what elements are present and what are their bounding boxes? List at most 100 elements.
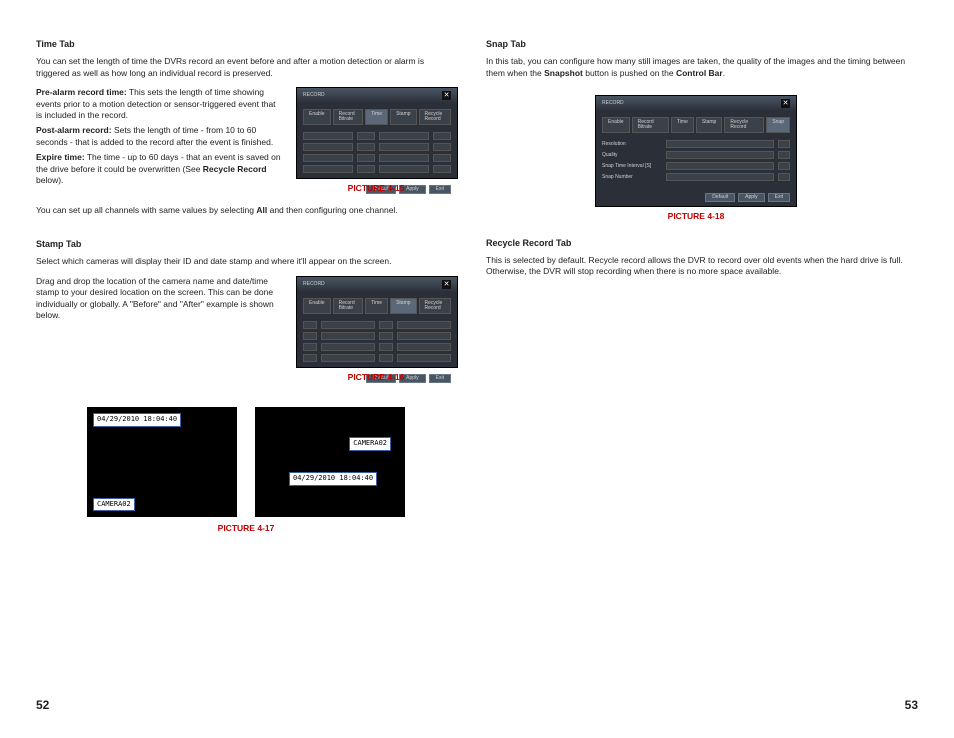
post-alarm-label: Post-alarm record: xyxy=(36,125,112,135)
dvr-cell xyxy=(379,354,393,362)
dvr-cell xyxy=(321,332,375,340)
tab-enable[interactable]: Enable xyxy=(303,109,331,125)
dvr-cell xyxy=(379,332,393,340)
tab-bitrate[interactable]: Record Bitrate xyxy=(333,298,364,314)
dvr-cell xyxy=(379,165,429,173)
tab-recycle[interactable]: Recycle Record xyxy=(724,117,764,133)
dvr-cell xyxy=(433,154,451,162)
all-channels-note: You can set up all channels with same va… xyxy=(36,205,456,216)
stamp-tab-heading: Stamp Tab xyxy=(36,238,456,250)
dvr-cell xyxy=(397,343,451,351)
stamp-tab-intro: Select which cameras will display their … xyxy=(36,256,456,267)
tab-time[interactable]: Time xyxy=(671,117,694,133)
close-icon[interactable]: ✕ xyxy=(442,280,451,289)
expire-text-bold: Recycle Record xyxy=(203,164,267,174)
tab-stamp[interactable]: Stamp xyxy=(390,109,416,125)
page-left: Time Tab You can set the length of time … xyxy=(36,38,456,738)
dvr-cell xyxy=(778,173,790,181)
close-icon[interactable]: ✕ xyxy=(781,99,790,108)
dvr-cell xyxy=(379,143,429,151)
exit-button[interactable]: Exit xyxy=(429,185,451,194)
dvr-window-snap: RECORD ✕ Enable Record Bitrate Time Stam… xyxy=(595,95,797,207)
dvr-titlebar: RECORD ✕ xyxy=(297,88,457,103)
tab-bitrate[interactable]: Record Bitrate xyxy=(333,109,364,125)
dvr-body: Enable Record Bitrate Time Stamp Recycle… xyxy=(596,111,796,208)
osd-camera[interactable]: CAMERA02 xyxy=(349,437,391,450)
dvr-cell xyxy=(357,154,375,162)
dvr-cell xyxy=(303,343,317,351)
exit-button[interactable]: Exit xyxy=(429,374,451,383)
table-row xyxy=(303,343,451,351)
caption-4-18: PICTURE 4-18 xyxy=(668,211,725,222)
tab-enable[interactable]: Enable xyxy=(303,298,331,314)
dvr-titlebar: RECORD ✕ xyxy=(297,277,457,292)
dvr-title-text: RECORD xyxy=(602,101,624,106)
close-icon[interactable]: ✕ xyxy=(442,91,451,100)
table-row: Resolution xyxy=(602,140,790,148)
osd-timestamp[interactable]: 04/29/2010 18:04:40 xyxy=(289,472,377,485)
caption-4-17: PICTURE 4-17 xyxy=(36,523,456,534)
tab-recycle[interactable]: Recycle Record xyxy=(419,109,451,125)
dvr-cell xyxy=(321,321,375,329)
pre-alarm-label: Pre-alarm record time: xyxy=(36,87,127,97)
dvr-cell xyxy=(379,321,393,329)
dvr-cell xyxy=(666,140,774,148)
tab-recycle[interactable]: Recycle Record xyxy=(419,298,451,314)
table-row xyxy=(303,332,451,340)
snap-intro-c: . xyxy=(723,68,725,78)
exit-button[interactable]: Exit xyxy=(768,193,790,202)
all-note-b: and then configuring one channel. xyxy=(267,205,397,215)
dvr-cell xyxy=(321,343,375,351)
page-spread: Time Tab You can set the length of time … xyxy=(0,0,954,738)
time-tab-intro: You can set the length of time the DVRs … xyxy=(36,56,456,79)
osd-camera[interactable]: CAMERA02 xyxy=(93,498,135,511)
recycle-tab-heading: Recycle Record Tab xyxy=(486,237,906,249)
tab-bitrate[interactable]: Record Bitrate xyxy=(632,117,669,133)
figure-4-17: 04/29/2010 18:04:40 CAMERA02 CAMERA02 04… xyxy=(36,407,456,517)
dvr-window-stamp: RECORD ✕ Enable Record Bitrate Time Stam… xyxy=(296,276,458,368)
dvr-cell xyxy=(357,132,375,140)
dvr-cell xyxy=(433,132,451,140)
tab-enable[interactable]: Enable xyxy=(602,117,630,133)
tab-time[interactable]: Time xyxy=(365,298,388,314)
tab-time[interactable]: Time xyxy=(365,109,388,125)
table-row: Quality xyxy=(602,151,790,159)
snap-tab-heading: Snap Tab xyxy=(486,38,906,50)
tab-stamp[interactable]: Stamp xyxy=(696,117,722,133)
dvr-cell xyxy=(321,354,375,362)
apply-button[interactable]: Apply xyxy=(738,193,765,202)
time-tab-block: RECORD ✕ Enable Record Bitrate Time Stam… xyxy=(36,87,456,204)
before-screen: 04/29/2010 18:04:40 CAMERA02 xyxy=(87,407,237,517)
dvr-cell xyxy=(357,165,375,173)
snap-tab-intro: In this tab, you can configure how many … xyxy=(486,56,906,79)
page-right: Snap Tab In this tab, you can configure … xyxy=(486,38,906,738)
dvr-titlebar: RECORD ✕ xyxy=(596,96,796,111)
dvr-row xyxy=(303,143,451,151)
dvr-cell xyxy=(778,162,790,170)
table-row xyxy=(303,354,451,362)
tab-stamp[interactable]: Stamp xyxy=(390,298,416,314)
dvr-cell xyxy=(397,332,451,340)
dvr-row xyxy=(303,154,451,162)
all-note-a: You can set up all channels with same va… xyxy=(36,205,256,215)
osd-timestamp[interactable]: 04/29/2010 18:04:40 xyxy=(93,413,181,426)
dvr-row xyxy=(303,165,451,173)
default-button[interactable]: Default xyxy=(705,193,735,202)
table-row: Snap Time Interval [S] xyxy=(602,162,790,170)
dvr-cell xyxy=(397,354,451,362)
row-label: Snap Number xyxy=(602,173,662,181)
dvr-tabs: Enable Record Bitrate Time Stamp Recycle… xyxy=(303,298,451,314)
table-row xyxy=(303,321,451,329)
dvr-cell xyxy=(397,321,451,329)
snap-intro-b: button is pushed on the xyxy=(583,68,676,78)
row-label: Resolution xyxy=(602,140,662,148)
tab-snap[interactable]: Snap xyxy=(766,117,790,133)
page-number-left: 52 xyxy=(36,697,49,713)
after-screen: CAMERA02 04/29/2010 18:04:40 xyxy=(255,407,405,517)
dvr-cell xyxy=(303,143,353,151)
expire-label: Expire time: xyxy=(36,152,85,162)
dvr-cell xyxy=(379,343,393,351)
time-tab-heading: Time Tab xyxy=(36,38,456,50)
table-row: Snap Number xyxy=(602,173,790,181)
page-number-right: 53 xyxy=(905,697,918,713)
